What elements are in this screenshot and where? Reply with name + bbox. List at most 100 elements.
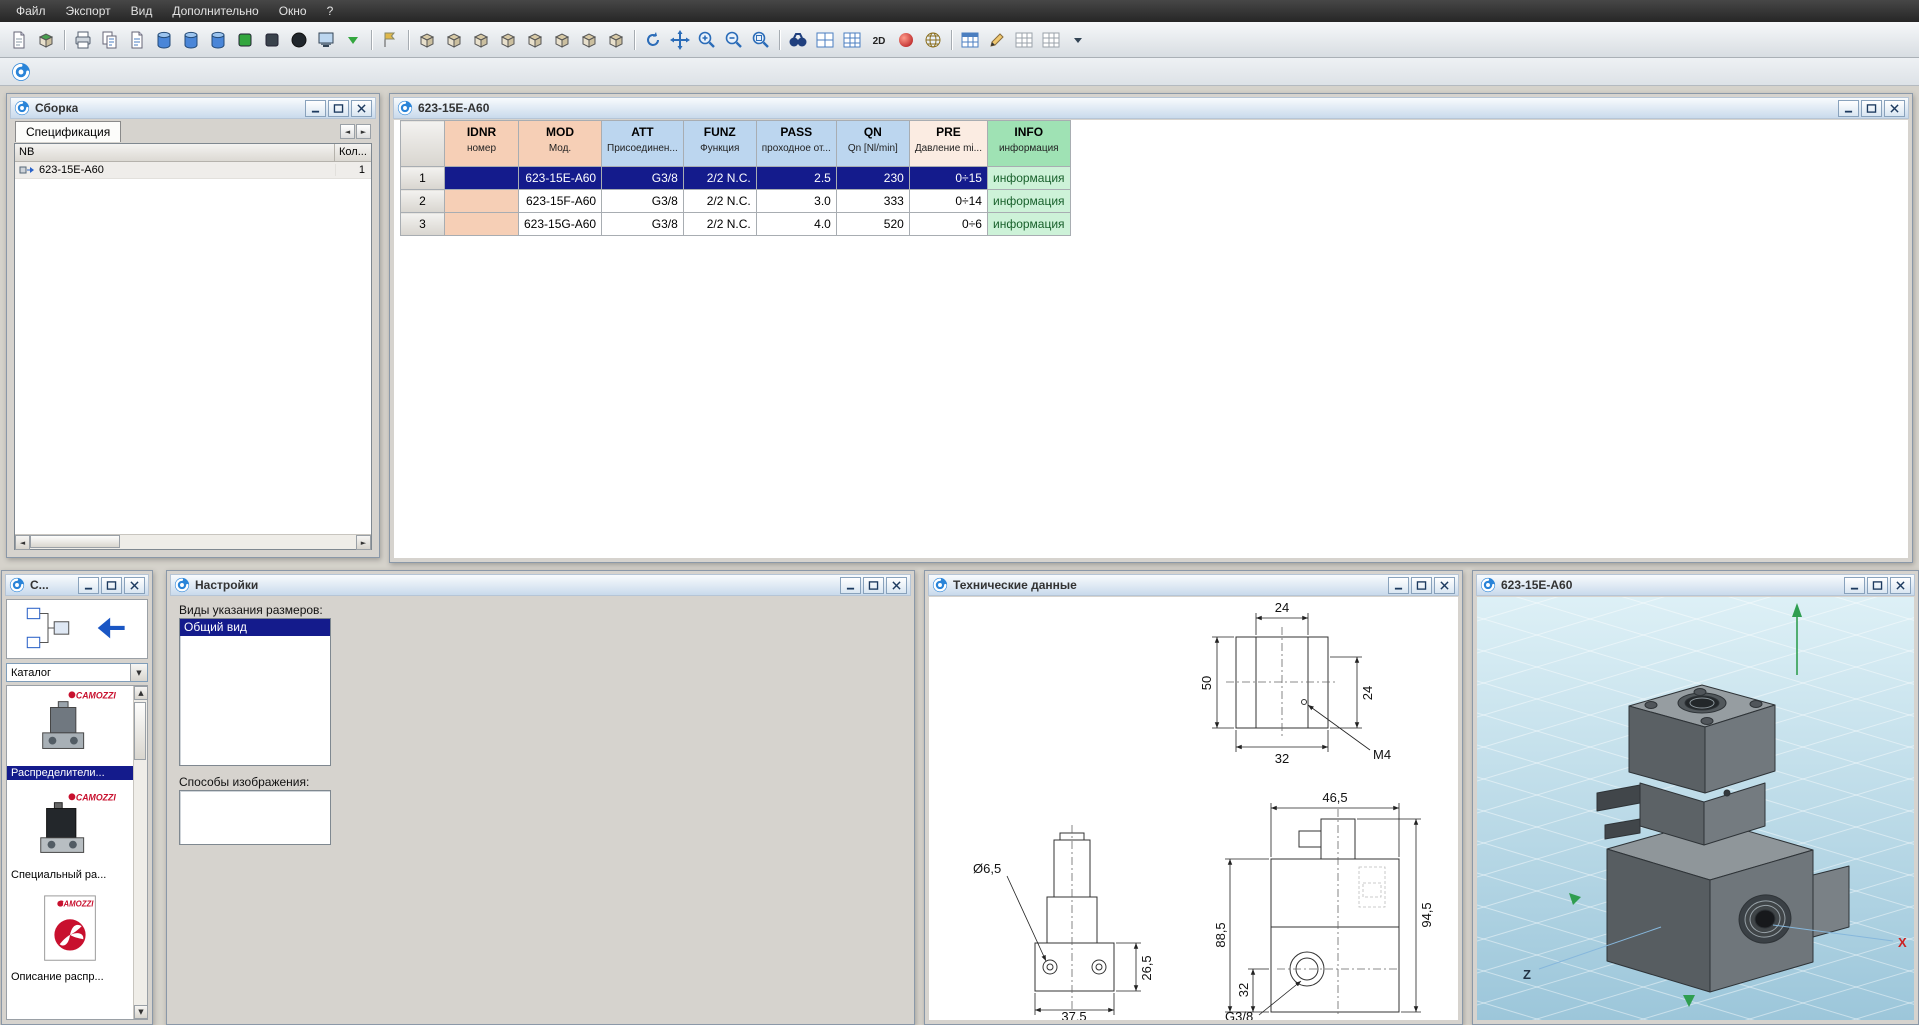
pan-view-icon[interactable] — [667, 27, 693, 53]
status-dark-icon[interactable] — [259, 27, 285, 53]
zoom-window-icon[interactable] — [748, 27, 774, 53]
menu-item-file[interactable]: Файл — [6, 1, 56, 21]
column-header-nb[interactable]: NB — [15, 144, 335, 161]
maximize-button[interactable] — [1411, 577, 1432, 594]
column-header-qty[interactable]: Кол... — [335, 144, 371, 161]
export-document-icon[interactable] — [124, 27, 150, 53]
menu-item-help[interactable]: ? — [317, 1, 344, 21]
monitor-icon[interactable] — [313, 27, 339, 53]
close-button[interactable] — [1434, 577, 1455, 594]
viewer-3d-canvas[interactable]: X Z — [1477, 597, 1914, 1020]
minimize-button[interactable] — [840, 577, 861, 594]
info-link[interactable]: информация — [987, 167, 1070, 190]
database-icon[interactable] — [151, 27, 177, 53]
scroll-up-button[interactable]: ▲ — [134, 686, 148, 700]
tab-specification[interactable]: Спецификация — [15, 121, 121, 142]
scrollbar-track[interactable] — [134, 700, 147, 1005]
column-header-qn[interactable]: QNQn [Nl/min] — [836, 121, 909, 167]
parts-table-titlebar[interactable]: 623-15E-A60 — [393, 97, 1909, 119]
info-link[interactable]: информация — [987, 190, 1070, 213]
minimize-button[interactable] — [305, 100, 326, 117]
view-top-icon[interactable] — [522, 27, 548, 53]
tab-scroll-left-button[interactable]: ◄ — [340, 124, 355, 139]
close-button[interactable] — [886, 577, 907, 594]
horizontal-scrollbar[interactable]: ◄ ► — [15, 534, 371, 549]
column-header-att[interactable]: ATTПрисоединен... — [602, 121, 684, 167]
zoom-out-icon[interactable] — [721, 27, 747, 53]
column-header-funz[interactable]: FUNZФункция — [683, 121, 756, 167]
view-back-icon[interactable] — [441, 27, 467, 53]
maximize-button[interactable] — [328, 100, 349, 117]
catalog-item-pdf[interactable]: CAMOZZI Описание распр... — [7, 892, 133, 984]
part-model-icon[interactable] — [33, 27, 59, 53]
zoom-in-icon[interactable] — [694, 27, 720, 53]
view-bottom-icon[interactable] — [549, 27, 575, 53]
view-isometric-icon[interactable] — [576, 27, 602, 53]
scroll-left-button[interactable]: ◄ — [15, 535, 30, 550]
viewer-3d-titlebar[interactable]: 623-15E-A60 — [1476, 574, 1915, 596]
grid-view-icon[interactable] — [839, 27, 865, 53]
scrollbar-track[interactable] — [30, 535, 356, 549]
minimize-button[interactable] — [78, 577, 99, 594]
menu-item-export[interactable]: Экспорт — [56, 1, 121, 21]
catalog-item-valves[interactable]: CAMOZZI Распределители... — [7, 688, 133, 780]
column-header-idnr[interactable]: IDNRномер — [445, 121, 519, 167]
tile-windows-icon[interactable] — [812, 27, 838, 53]
maximize-button[interactable] — [1867, 577, 1888, 594]
copy-icon[interactable] — [97, 27, 123, 53]
view-front-icon[interactable] — [414, 27, 440, 53]
settings-window-titlebar[interactable]: Настройки — [170, 574, 911, 596]
render-mode-icon[interactable] — [893, 27, 919, 53]
note-flag-icon[interactable] — [377, 27, 403, 53]
maximize-button[interactable] — [1861, 100, 1882, 117]
table-row-selected[interactable]: 1 623-15E-A60 G3/8 2/2 N.C. 2.5 230 0÷15… — [401, 167, 1071, 190]
maximize-button[interactable] — [101, 577, 122, 594]
table-view-icon[interactable] — [957, 27, 983, 53]
close-button[interactable] — [1884, 100, 1905, 117]
catalog-item-label[interactable]: Специальный ра... — [7, 868, 133, 882]
scrollbar-thumb[interactable] — [134, 702, 146, 760]
edit-icon[interactable] — [984, 27, 1010, 53]
selection-mode-icon[interactable] — [6, 27, 32, 53]
minimize-button[interactable] — [1388, 577, 1409, 594]
chevron-down-icon[interactable]: ▼ — [130, 664, 147, 681]
close-button[interactable] — [124, 577, 145, 594]
view-2d-icon[interactable]: 2D — [866, 27, 892, 53]
table-row[interactable]: 2 623-15F-A60 G3/8 2/2 N.C. 3.0 333 0÷14… — [401, 190, 1071, 213]
close-button[interactable] — [1890, 577, 1911, 594]
grid-settings-alt-icon[interactable] — [1038, 27, 1064, 53]
grid-settings-icon[interactable] — [1011, 27, 1037, 53]
column-header-pass[interactable]: PASSпроходное от... — [756, 121, 836, 167]
column-header-mod[interactable]: MODМод. — [519, 121, 602, 167]
view-right-icon[interactable] — [495, 27, 521, 53]
tab-scroll-right-button[interactable]: ► — [356, 124, 371, 139]
vertical-scrollbar[interactable]: ▲ ▼ — [133, 686, 147, 1019]
close-button[interactable] — [351, 100, 372, 117]
scroll-right-button[interactable]: ► — [356, 535, 371, 550]
column-header-info[interactable]: INFOинформация — [987, 121, 1070, 167]
view-left-icon[interactable] — [468, 27, 494, 53]
rotate-view-icon[interactable] — [640, 27, 666, 53]
menu-item-extras[interactable]: Дополнительно — [162, 1, 268, 21]
menu-item-view[interactable]: Вид — [121, 1, 163, 21]
minimize-button[interactable] — [1844, 577, 1865, 594]
catalog-item-label[interactable]: Описание распр... — [7, 970, 133, 984]
scroll-down-button[interactable]: ▼ — [134, 1005, 148, 1019]
status-green-icon[interactable] — [232, 27, 258, 53]
database-link-icon[interactable] — [205, 27, 231, 53]
menu-item-window[interactable]: Окно — [269, 1, 317, 21]
list-item-general-view[interactable]: Общий вид — [180, 619, 330, 636]
info-link[interactable]: информация — [987, 213, 1070, 236]
view-dimetric-icon[interactable] — [603, 27, 629, 53]
display-modes-listbox[interactable] — [179, 790, 331, 845]
catalog-window-titlebar[interactable]: С... — [5, 574, 149, 596]
more-options-icon[interactable] — [1065, 27, 1091, 53]
assembly-row[interactable]: 623-15E-A60 1 — [15, 162, 371, 179]
catalog-item-label[interactable]: Распределители... — [7, 766, 133, 780]
technical-data-titlebar[interactable]: Технические данные — [928, 574, 1459, 596]
quick-select-icon[interactable] — [340, 27, 366, 53]
web-catalog-icon[interactable] — [920, 27, 946, 53]
catalog-combobox[interactable]: Каталог ▼ — [6, 663, 148, 682]
database-update-icon[interactable] — [178, 27, 204, 53]
record-icon[interactable] — [286, 27, 312, 53]
